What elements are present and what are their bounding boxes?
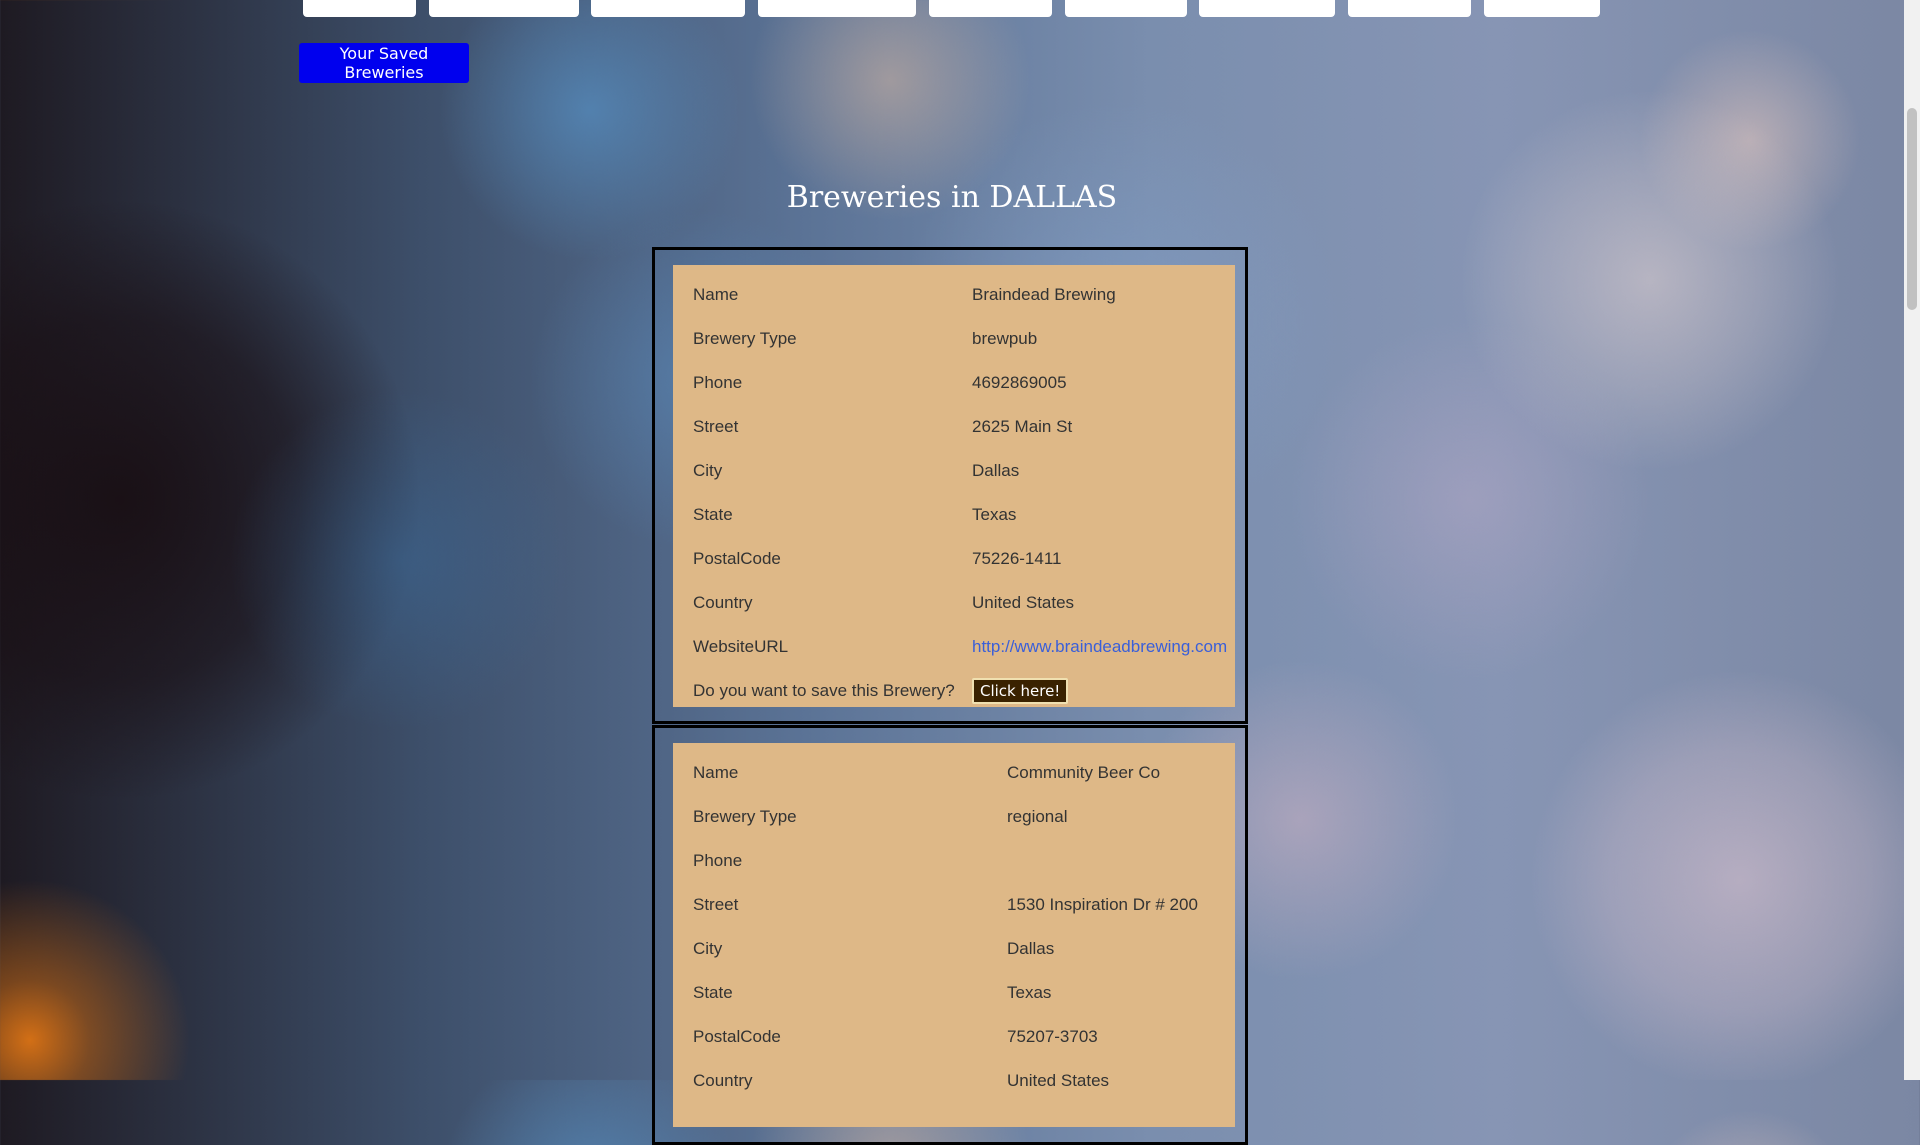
row-city: City Dallas: [673, 927, 1235, 971]
city-value: Dallas: [1007, 939, 1055, 958]
state-value: Texas: [972, 505, 1017, 524]
row-country: Country United States: [673, 1059, 1235, 1103]
postal-code-label: PostalCode: [693, 1027, 781, 1046]
street-value: 2625 Main St: [972, 417, 1073, 436]
saved-breweries-button[interactable]: Your Saved Breweries: [299, 43, 469, 83]
nav-button-7[interactable]: [1199, 0, 1335, 17]
row-country: Country United States: [673, 581, 1235, 625]
website-label: WebsiteURL: [693, 637, 789, 656]
brewery-card: Name Community Beer Co Brewery Type regi…: [652, 725, 1248, 1145]
brewery-details: Name Community Beer Co Brewery Type regi…: [673, 743, 1235, 1127]
name-value: Community Beer Co: [1007, 763, 1161, 782]
row-phone: Phone: [673, 839, 1235, 883]
row-postal-code: PostalCode 75226-1411: [673, 537, 1235, 581]
country-label: Country: [693, 593, 753, 612]
website-link[interactable]: http://www.braindeadbrewing.com: [972, 637, 1227, 656]
name-label: Name: [693, 763, 739, 782]
row-street: Street 1530 Inspiration Dr # 200: [673, 883, 1235, 927]
nav-button-6[interactable]: [1065, 0, 1187, 17]
city-label: City: [693, 461, 723, 480]
nav-button-2[interactable]: [429, 0, 579, 17]
scrollbar-thumb[interactable]: [1907, 108, 1917, 310]
save-prompt-label: Do you want to save this Brewery?: [693, 681, 955, 700]
phone-label: Phone: [693, 373, 743, 392]
brewery-details: Name Braindead Brewing Brewery Type brew…: [673, 265, 1235, 707]
vertical-scrollbar[interactable]: [1904, 0, 1920, 1080]
brewery-type-value: regional: [1007, 807, 1068, 826]
row-phone: Phone 4692869005: [673, 361, 1235, 405]
nav-button-5[interactable]: [929, 0, 1052, 17]
country-value: United States: [1007, 1071, 1110, 1090]
page-title: Breweries in DALLAS: [786, 180, 1118, 215]
state-value: Texas: [1007, 983, 1052, 1002]
row-name: Name Community Beer Co: [673, 751, 1235, 795]
row-website: WebsiteURL http://www.braindeadbrewing.c…: [673, 625, 1235, 669]
row-save: Do you want to save this Brewery? Click …: [673, 669, 1235, 713]
brewery-card: Name Braindead Brewing Brewery Type brew…: [652, 247, 1248, 724]
country-value: United States: [972, 593, 1075, 612]
postal-code-label: PostalCode: [693, 549, 781, 568]
street-value: 1530 Inspiration Dr # 200: [1007, 895, 1198, 914]
brewery-type-label: Brewery Type: [693, 807, 797, 826]
country-label: Country: [693, 1071, 753, 1090]
city-label: City: [693, 939, 723, 958]
street-label: Street: [693, 895, 739, 914]
row-city: City Dallas: [673, 449, 1235, 493]
nav-button-1[interactable]: [303, 0, 416, 17]
row-brewery-type: Brewery Type regional: [673, 795, 1235, 839]
nav-button-4[interactable]: [758, 0, 916, 17]
city-value: Dallas: [972, 461, 1020, 480]
street-label: Street: [693, 417, 739, 436]
nav-button-3[interactable]: [591, 0, 745, 17]
nav-button-9[interactable]: [1484, 0, 1600, 17]
brewery-type-value: brewpub: [972, 329, 1038, 348]
postal-code-value: 75207-3703: [1007, 1027, 1098, 1046]
save-brewery-button[interactable]: Click here!: [972, 678, 1069, 704]
postal-code-value: 75226-1411: [972, 549, 1062, 568]
name-value: Braindead Brewing: [972, 285, 1116, 304]
row-postal-code: PostalCode 75207-3703: [673, 1015, 1235, 1059]
save-action: Click here!: [972, 678, 1069, 704]
state-label: State: [693, 505, 733, 524]
row-state: State Texas: [673, 971, 1235, 1015]
row-street: Street 2625 Main St: [673, 405, 1235, 449]
state-label: State: [693, 983, 733, 1002]
phone-label: Phone: [693, 851, 743, 870]
nav-button-8[interactable]: [1348, 0, 1471, 17]
brewery-type-label: Brewery Type: [693, 329, 797, 348]
row-brewery-type: Brewery Type brewpub: [673, 317, 1235, 361]
row-name: Name Braindead Brewing: [673, 273, 1235, 317]
name-label: Name: [693, 285, 739, 304]
row-state: State Texas: [673, 493, 1235, 537]
website-value: http://www.braindeadbrewing.com: [972, 637, 1227, 657]
phone-value: 4692869005: [972, 373, 1067, 392]
